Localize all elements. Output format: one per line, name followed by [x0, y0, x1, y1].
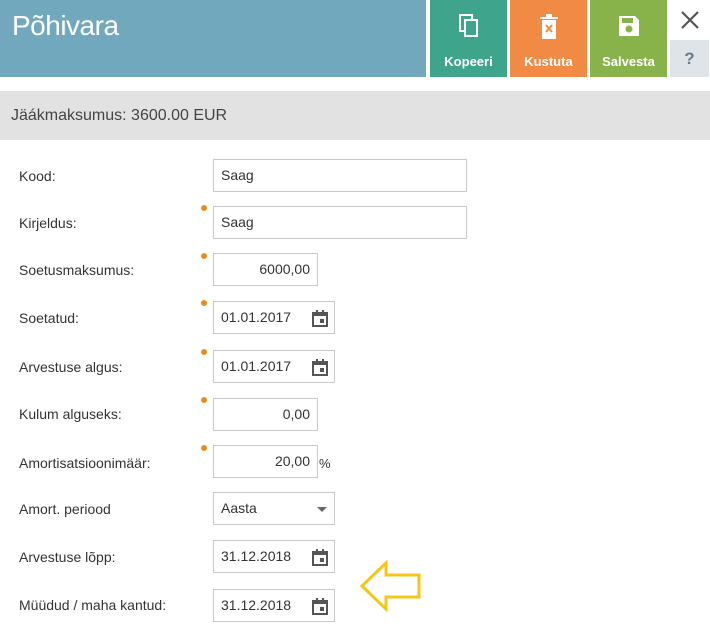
depreciation-rate-label: Amortisatsioonimäär: [19, 455, 151, 471]
acquired-date-label: Soetatud: [19, 310, 79, 326]
required-indicator [201, 205, 207, 211]
sold-written-off-value: 31.12.2018 [221, 597, 292, 613]
accounting-end-label: Arvestuse lõpp: [19, 549, 116, 565]
percent-unit: % [319, 456, 331, 471]
acquired-date-value: 01.01.2017 [221, 309, 292, 325]
acquisition-cost-label: Soetusmaksumus: [19, 262, 135, 278]
page-header: Põhivara [0, 0, 426, 77]
close-button[interactable] [674, 4, 706, 36]
copy-button[interactable]: Kopeeri [430, 0, 507, 77]
required-indicator [201, 300, 207, 306]
residual-value-bar: Jäákmaksumus: 3600.00 EUR [0, 91, 710, 140]
depreciation-period-value: Aasta [221, 500, 257, 516]
required-indicator [201, 349, 207, 355]
help-button[interactable]: ? [670, 40, 709, 77]
arrow-left-icon [359, 560, 421, 612]
code-label: Kood: [19, 168, 56, 184]
code-input[interactable]: Saag [213, 159, 467, 192]
description-label: Kirjeldus: [19, 215, 77, 231]
depreciation-rate-input[interactable]: 20,00 [213, 445, 318, 478]
sold-written-off-input[interactable]: 31.12.2018 [213, 589, 335, 622]
calendar-icon[interactable] [312, 310, 328, 327]
sold-written-off-label: Müüdud / maha kantud: [19, 597, 167, 613]
required-indicator [201, 253, 207, 259]
floppy-disk-icon [618, 16, 639, 36]
accounting-end-value: 31.12.2018 [221, 548, 292, 564]
depreciation-period-select[interactable]: Aasta [213, 492, 335, 525]
save-button-label: Salvesta [602, 54, 655, 69]
delete-button[interactable]: Kustuta [510, 0, 587, 77]
chevron-down-icon [317, 507, 327, 512]
depreciation-period-label: Amort. periood [19, 501, 111, 517]
acquired-date-input[interactable]: 01.01.2017 [213, 301, 335, 334]
close-icon [681, 11, 699, 29]
trash-icon [539, 14, 558, 39]
calendar-icon[interactable] [312, 549, 328, 566]
accounting-start-label: Arvestuse algus: [19, 359, 123, 375]
required-indicator [201, 445, 207, 451]
description-input[interactable]: Saag [213, 206, 467, 239]
accounting-end-input[interactable]: 31.12.2018 [213, 540, 335, 573]
delete-button-label: Kustuta [524, 54, 573, 69]
residual-value-text: Jäákmaksumus: 3600.00 EUR [11, 107, 228, 124]
save-button[interactable]: Salvesta [590, 0, 667, 77]
calendar-icon[interactable] [312, 598, 328, 615]
page-title: Põhivara [12, 10, 119, 41]
accounting-start-value: 01.01.2017 [221, 358, 292, 374]
required-indicator [201, 397, 207, 403]
acquisition-cost-input[interactable]: 6000,00 [213, 253, 318, 286]
initial-depreciation-input[interactable]: 0,00 [213, 398, 318, 431]
copy-button-label: Kopeeri [444, 54, 493, 69]
copy-icon [458, 14, 478, 37]
initial-depreciation-label: Kulum alguseks: [19, 406, 122, 422]
accounting-start-input[interactable]: 01.01.2017 [213, 350, 335, 383]
calendar-icon[interactable] [312, 359, 328, 376]
